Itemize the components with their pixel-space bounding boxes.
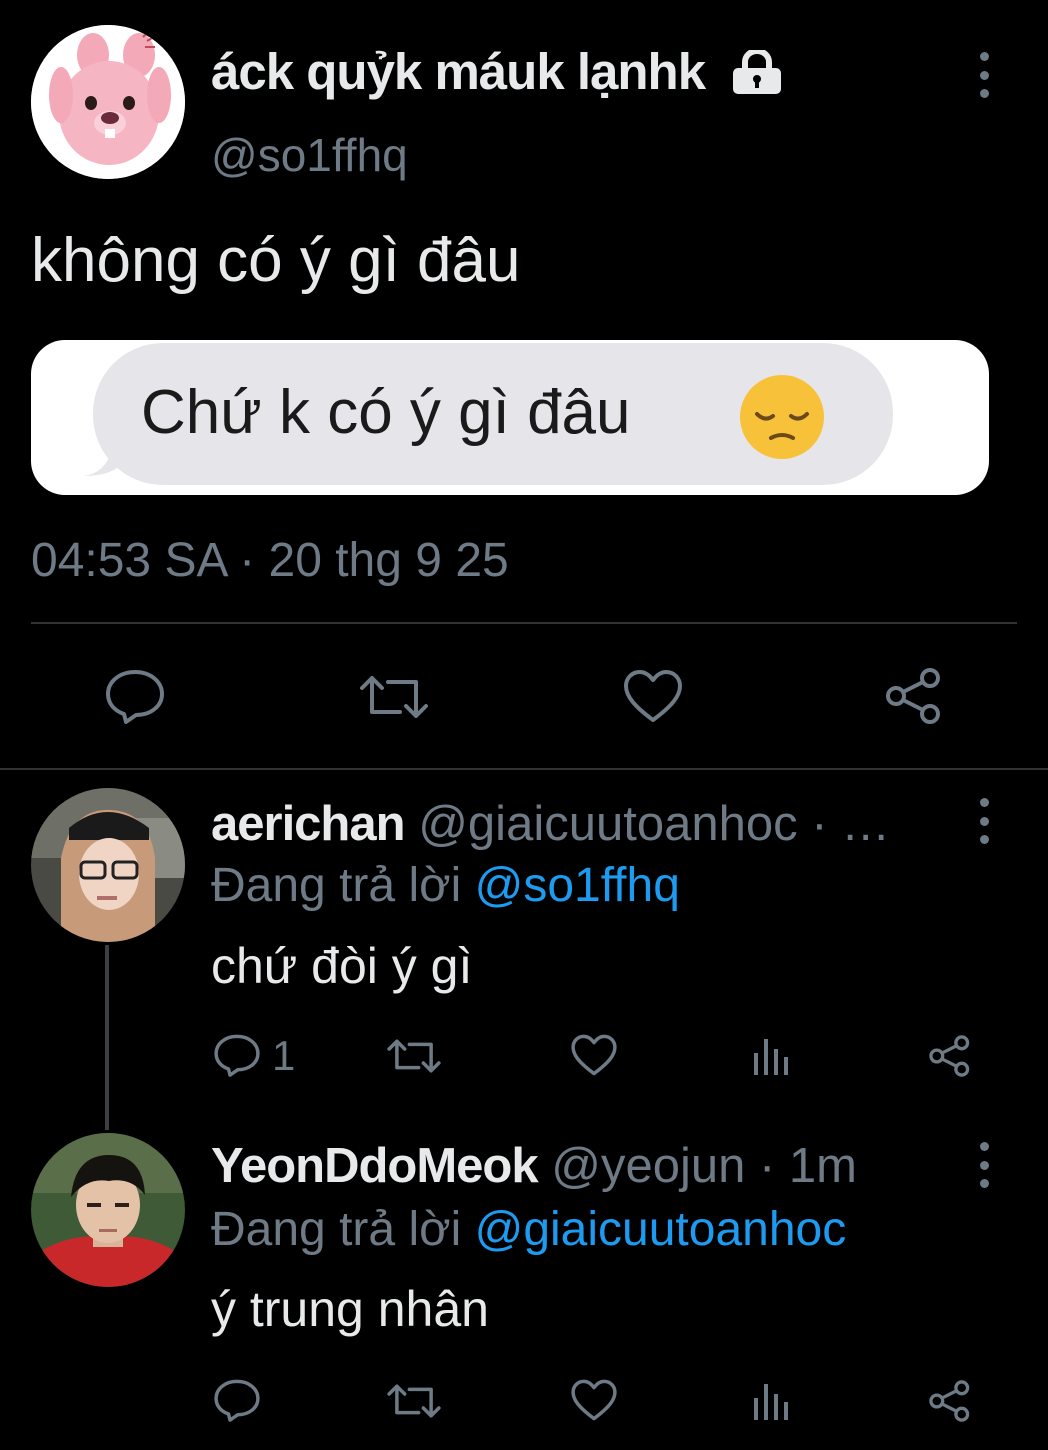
like-icon[interactable] — [570, 1378, 618, 1422]
reply-display-name[interactable]: aerichan — [211, 797, 406, 851]
share-icon[interactable] — [928, 1034, 972, 1078]
retweet-icon[interactable] — [386, 1381, 442, 1421]
author-handle[interactable]: @so1ffhq — [211, 128, 408, 182]
reply-header: aerichan @giaicuutoanhoc · … — [211, 796, 890, 852]
retweet-icon[interactable] — [386, 1036, 442, 1076]
reply-text: ý trung nhân — [211, 1281, 489, 1337]
replying-to-link[interactable]: @so1ffhq — [475, 859, 680, 912]
replying-to-label: Đang trả lời — [211, 859, 462, 912]
author-display-name[interactable]: áck quỷk máuk lạnhk — [211, 42, 706, 101]
retweet-icon[interactable] — [358, 672, 430, 722]
replying-to-label: Đang trả lời — [211, 1203, 462, 1256]
replying-to-line: Đang trả lời @giaicuutoanhoc — [211, 1202, 846, 1257]
more-vertical-icon[interactable] — [974, 1142, 994, 1188]
reply-icon[interactable] — [213, 1378, 261, 1422]
divider — [31, 622, 1017, 624]
author-avatar[interactable] — [31, 25, 185, 179]
replying-to-line: Đang trả lời @so1ffhq — [211, 858, 680, 913]
reply-handle-time[interactable]: @yeojun · 1m — [551, 1139, 857, 1193]
reply-count: 1 — [272, 1032, 296, 1079]
tweet-text: không có ý gì đâu — [31, 226, 521, 295]
reply-icon[interactable] — [213, 1033, 261, 1077]
image-message-text: Chứ k có ý gì đâu — [141, 378, 631, 447]
more-vertical-icon[interactable] — [974, 798, 994, 844]
tweet-image[interactable]: Chứ k có ý gì đâu — [31, 340, 989, 495]
share-icon[interactable] — [884, 666, 944, 726]
reply-icon[interactable] — [104, 668, 166, 724]
reply-display-name[interactable]: YeonDdoMeok — [211, 1139, 539, 1193]
more-vertical-icon[interactable] — [974, 52, 994, 98]
bubble-tail — [83, 448, 123, 476]
views-icon[interactable] — [750, 1035, 792, 1077]
reply-header: YeonDdoMeok @yeojun · 1m — [211, 1138, 857, 1194]
reply-avatar[interactable] — [31, 788, 185, 942]
reply-handle-time[interactable]: @giaicuutoanhoc · … — [418, 797, 890, 851]
thread-connector — [105, 945, 109, 1130]
like-icon[interactable] — [622, 668, 684, 724]
like-icon[interactable] — [570, 1033, 618, 1077]
replying-to-link[interactable]: @giaicuutoanhoc — [475, 1203, 847, 1256]
lock-icon — [731, 50, 783, 96]
views-icon[interactable] — [750, 1380, 792, 1422]
divider — [0, 768, 1048, 770]
tweet-timestamp: 04:53 SA · 20 thg 9 25 — [31, 534, 509, 587]
share-icon[interactable] — [928, 1379, 972, 1423]
reply-avatar[interactable] — [31, 1133, 185, 1287]
reply-text: chứ đòi ý gì — [211, 938, 473, 994]
pensive-face-icon — [737, 372, 827, 462]
